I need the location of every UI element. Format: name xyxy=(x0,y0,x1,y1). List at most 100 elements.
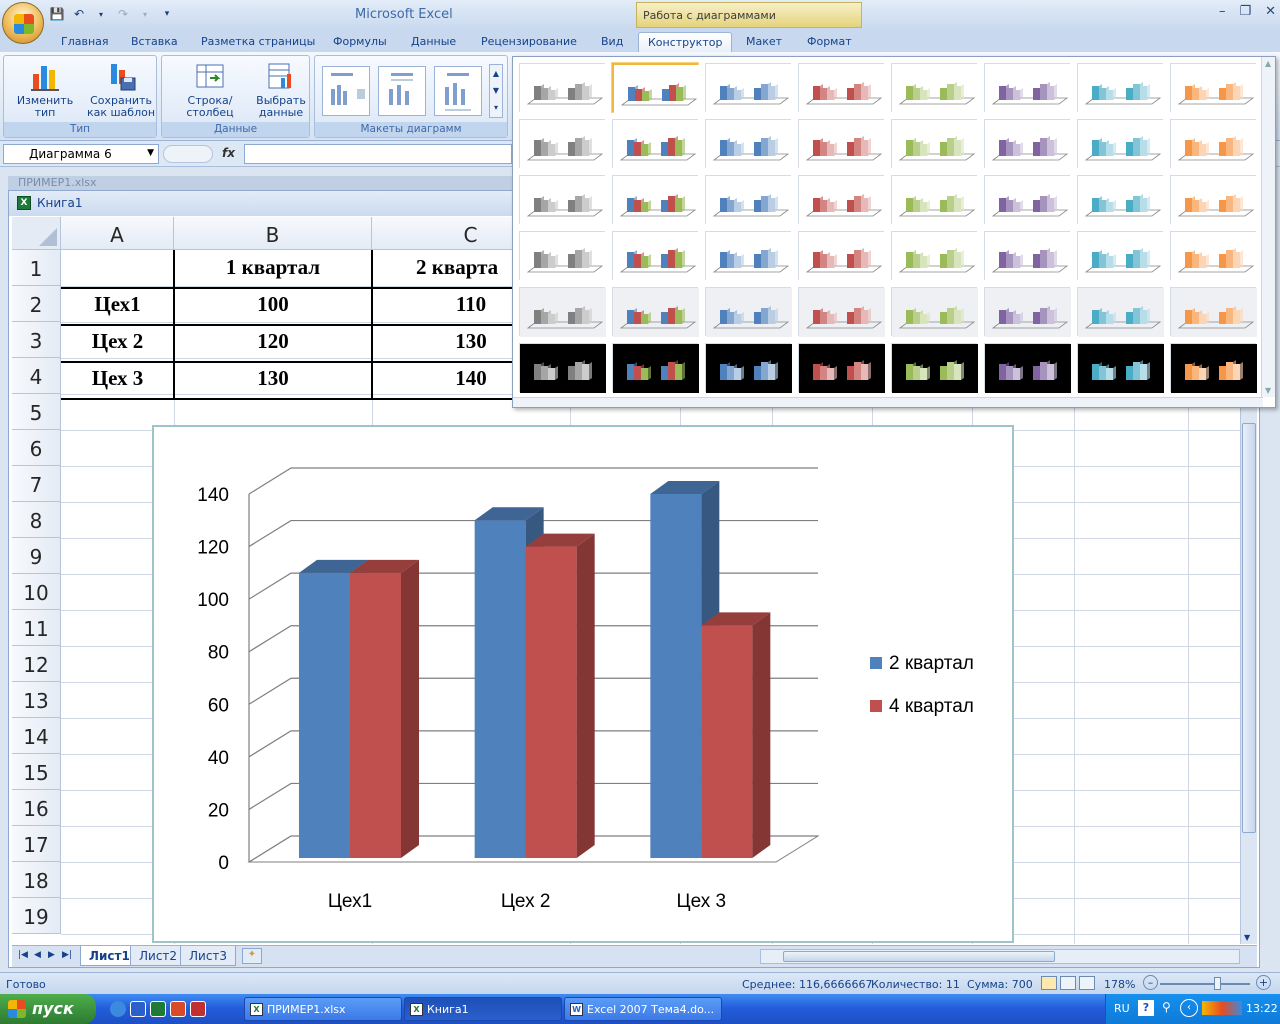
row-header-12[interactable]: 12 xyxy=(12,646,61,682)
chart-bar-0-1[interactable] xyxy=(350,572,401,858)
powerpoint-icon[interactable] xyxy=(170,1001,186,1017)
gallery-resize-grip[interactable] xyxy=(513,397,1263,407)
gallery-scrollbar[interactable]: ▲ ▼ xyxy=(1261,57,1275,397)
chart-bar-side-2-1[interactable] xyxy=(752,612,771,858)
layouts-scroll[interactable]: ▲ ▼ ▾ xyxy=(489,64,503,118)
chart-bar-side-1-1[interactable] xyxy=(576,533,595,858)
row-header-4[interactable]: 4 xyxy=(12,358,61,394)
chart-style-4-1[interactable] xyxy=(519,231,606,281)
row-header-5[interactable]: 5 xyxy=(12,394,61,430)
prev-sheet-icon[interactable]: ◀ xyxy=(34,950,41,960)
cell-b3[interactable]: 120 xyxy=(174,324,372,361)
chart-style-2-3[interactable] xyxy=(705,119,792,169)
redo-icon[interactable]: ↷ xyxy=(114,5,132,23)
chart-bar-1-1[interactable] xyxy=(525,546,577,858)
chart-style-6-7[interactable] xyxy=(1077,343,1164,393)
tab-4[interactable]: Данные xyxy=(402,32,465,52)
page-layout-view-icon[interactable] xyxy=(1060,976,1076,990)
cell-a2[interactable]: Цех1 xyxy=(61,287,174,324)
row-header-3[interactable]: 3 xyxy=(12,322,61,358)
chart-style-5-5[interactable] xyxy=(891,287,978,337)
row-header-19[interactable]: 19 xyxy=(12,898,61,934)
insert-function-icon[interactable]: fx xyxy=(222,146,235,160)
sheet-tab-3[interactable]: Лист3 xyxy=(180,946,237,966)
chart-style-6-8[interactable] xyxy=(1170,343,1257,393)
row-header-10[interactable]: 10 xyxy=(12,574,61,610)
layout-thumb-2[interactable] xyxy=(378,66,426,116)
chart-style-6-5[interactable] xyxy=(891,343,978,393)
chart-style-4-5[interactable] xyxy=(891,231,978,281)
next-sheet-icon[interactable]: ▶ xyxy=(48,950,55,960)
save-icon[interactable]: 💾 xyxy=(48,5,66,23)
row-header-11[interactable]: 11 xyxy=(12,610,61,646)
layout-thumb-3[interactable] xyxy=(434,66,482,116)
cell-a4[interactable]: Цех 3 xyxy=(61,361,174,398)
insert-sheet-icon[interactable]: ✦ xyxy=(242,948,262,964)
legend-label-1[interactable]: 4 квартал xyxy=(889,696,974,717)
minimize-icon[interactable]: – xyxy=(1219,4,1226,19)
chart-style-3-3[interactable] xyxy=(705,175,792,225)
tab-9[interactable]: Формат xyxy=(798,32,861,52)
redo-dropdown-icon[interactable]: ▾ xyxy=(136,5,154,23)
legend-swatch-0[interactable] xyxy=(870,657,882,669)
normal-view-icon[interactable] xyxy=(1041,976,1057,990)
chart-area[interactable]: 0 20 40 60 80 100 120 140 Цех1 Цех 2 Цех 3 2 кварта… xyxy=(152,425,1014,943)
taskbar-button-1[interactable]: X ПРИМЕР1.xlsx xyxy=(244,997,402,1021)
office-button[interactable] xyxy=(2,2,44,44)
excel-quicklaunch-icon[interactable] xyxy=(150,1001,166,1017)
chart-bar-side-0-1[interactable] xyxy=(401,559,419,858)
tab-8[interactable]: Макет xyxy=(737,32,791,52)
chart-style-1-7[interactable] xyxy=(1077,63,1164,113)
chart-style-4-2[interactable] xyxy=(612,231,699,281)
scroll-up-icon[interactable]: ▲ xyxy=(1265,59,1271,68)
chart-style-4-6[interactable] xyxy=(984,231,1071,281)
word-icon[interactable] xyxy=(130,1001,146,1017)
select-all-corner[interactable] xyxy=(12,217,61,250)
taskbar-button-3[interactable]: W Excel 2007 Тема4.do... xyxy=(564,997,722,1021)
chart-style-2-4[interactable] xyxy=(798,119,885,169)
chart-style-3-2[interactable] xyxy=(612,175,699,225)
row-header-17[interactable]: 17 xyxy=(12,826,61,862)
network-icon[interactable]: ⚲ xyxy=(1162,1000,1171,1014)
chart-style-1-5[interactable] xyxy=(891,63,978,113)
taskbar-button-2[interactable]: X Книга1 xyxy=(404,997,562,1021)
chart-styles-gallery[interactable]: ▲ ▼ xyxy=(512,56,1276,408)
row-header-16[interactable]: 16 xyxy=(12,790,61,826)
row-header-2[interactable]: 2 xyxy=(12,286,61,322)
zoom-out-icon[interactable]: – xyxy=(1143,975,1158,990)
chart-style-1-4[interactable] xyxy=(798,63,885,113)
zoom-slider-thumb[interactable] xyxy=(1214,977,1221,990)
chart-style-1-2[interactable] xyxy=(612,63,700,114)
chart-style-3-5[interactable] xyxy=(891,175,978,225)
restore-icon[interactable]: ❐ xyxy=(1239,4,1251,19)
chart-bar-2-1[interactable] xyxy=(701,625,753,858)
chart-style-5-1[interactable] xyxy=(519,287,606,337)
chart-style-2-6[interactable] xyxy=(984,119,1071,169)
zoom-in-icon[interactable]: + xyxy=(1256,975,1271,990)
row-header-7[interactable]: 7 xyxy=(12,466,61,502)
cell-b4[interactable]: 130 xyxy=(174,361,372,398)
tab-3[interactable]: Формулы xyxy=(324,32,396,52)
start-button[interactable]: пуск xyxy=(0,994,96,1024)
chart-style-3-8[interactable] xyxy=(1170,175,1257,225)
row-header-6[interactable]: 6 xyxy=(12,430,61,466)
page-break-view-icon[interactable] xyxy=(1079,976,1095,990)
legend-label-0[interactable]: 2 квартал xyxy=(889,653,974,674)
tab-1[interactable]: Вставка xyxy=(122,32,187,52)
tab-5[interactable]: Рецензирование xyxy=(472,32,586,52)
legend-swatch-1[interactable] xyxy=(870,700,882,712)
chart-style-1-3[interactable] xyxy=(705,63,792,113)
name-box[interactable]: Диаграмма 6 ▼ xyxy=(3,144,159,164)
chart-style-4-4[interactable] xyxy=(798,231,885,281)
save-template-button[interactable]: Сохранить как шаблон xyxy=(82,60,160,122)
chart-bar-0-0[interactable] xyxy=(299,572,350,858)
row-header-15[interactable]: 15 xyxy=(12,754,61,790)
chevron-down-icon[interactable]: ▼ xyxy=(147,148,154,158)
chart-style-3-4[interactable] xyxy=(798,175,885,225)
chart-bar-1-0[interactable] xyxy=(474,520,526,858)
row-header-18[interactable]: 18 xyxy=(12,862,61,898)
chart-style-2-8[interactable] xyxy=(1170,119,1257,169)
row-header-8[interactable]: 8 xyxy=(12,502,61,538)
chart-style-1-1[interactable] xyxy=(519,63,606,113)
scroll-down-icon[interactable]: ▼ xyxy=(1265,386,1271,395)
